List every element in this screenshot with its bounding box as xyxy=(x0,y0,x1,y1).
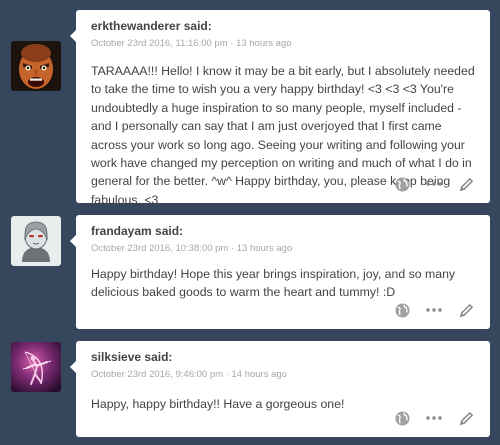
comment-actions xyxy=(392,301,476,319)
globe-icon[interactable] xyxy=(392,301,412,319)
comment-actions xyxy=(392,175,476,193)
relative-time: 13 hours ago xyxy=(236,38,292,49)
globe-icon[interactable] xyxy=(392,409,412,427)
said-label: said: xyxy=(144,350,173,364)
pencil-icon[interactable] xyxy=(456,175,476,193)
archer-silhouette-avatar-icon xyxy=(11,342,61,392)
pencil-icon[interactable] xyxy=(456,301,476,319)
angry-character-avatar-icon xyxy=(11,41,61,91)
comment-card: silksieve said: October 23rd 2016, 9:46:… xyxy=(70,341,490,437)
timestamp: October 23rd 2016, 9:46:00 pm xyxy=(91,369,224,380)
comment-header: frandayam said: xyxy=(91,224,183,238)
more-dots-icon[interactable] xyxy=(424,409,444,427)
said-label: said: xyxy=(183,19,212,33)
comment-card: frandayam said: October 23rd 2016, 10:38… xyxy=(70,215,490,329)
comment-header: silksieve said: xyxy=(91,350,172,364)
pencil-icon[interactable] xyxy=(456,409,476,427)
more-dots-icon[interactable] xyxy=(424,301,444,319)
said-label: said: xyxy=(155,224,184,238)
robot-girl-avatar-icon xyxy=(11,216,61,266)
comment-card: erkthewanderer said: October 23rd 2016, … xyxy=(70,10,490,207)
more-dots-icon[interactable] xyxy=(424,175,444,193)
meta-separator: · xyxy=(227,38,237,49)
avatar[interactable] xyxy=(11,216,61,266)
meta-separator: · xyxy=(228,243,237,254)
timestamp: October 23rd 2016, 10:38:00 pm xyxy=(91,243,229,254)
timestamp: October 23rd 2016, 11:16:00 pm xyxy=(91,38,228,49)
username-link[interactable]: frandayam xyxy=(91,224,152,238)
avatar[interactable] xyxy=(11,342,61,392)
comment-timestamp: October 23rd 2016, 9:46:00 pm · 14 hours… xyxy=(91,369,287,380)
comment-actions xyxy=(392,409,476,427)
relative-time: 13 hours ago xyxy=(236,243,293,254)
comment-timestamp: October 23rd 2016, 11:16:00 pm · 13 hour… xyxy=(91,38,292,49)
comment-header: erkthewanderer said: xyxy=(91,19,212,33)
relative-time: 14 hours ago xyxy=(231,369,287,380)
avatar[interactable] xyxy=(11,41,61,91)
comment-feed: erkthewanderer said: October 23rd 2016, … xyxy=(0,0,500,445)
username-link[interactable]: silksieve xyxy=(91,350,141,364)
globe-icon[interactable] xyxy=(392,175,412,193)
comment-body: Happy birthday! Hope this year brings in… xyxy=(91,267,456,300)
comment-timestamp: October 23rd 2016, 10:38:00 pm · 13 hour… xyxy=(91,243,292,254)
username-link[interactable]: erkthewanderer xyxy=(91,19,180,33)
